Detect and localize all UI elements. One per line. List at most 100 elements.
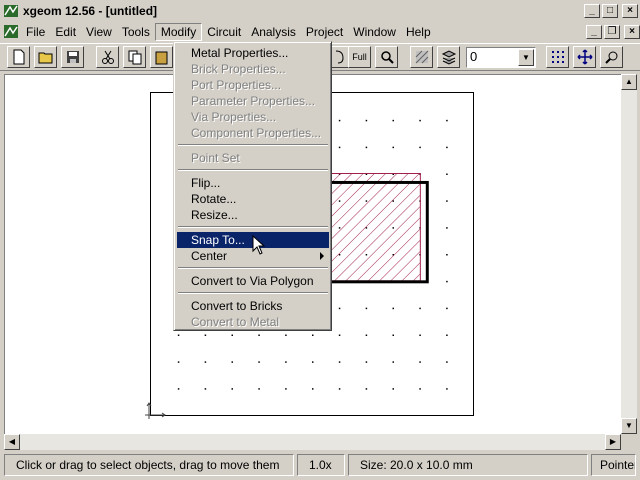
grid-dot	[312, 388, 314, 390]
scroll-left-button[interactable]: ◀	[4, 434, 20, 450]
metal-properties-item-label: Metal Properties...	[191, 46, 289, 60]
app-icon[interactable]	[3, 3, 19, 19]
grid-dot	[392, 388, 394, 390]
grid-dot	[338, 388, 341, 390]
grid-dot	[446, 254, 448, 256]
window-title: xgeom 12.56 - [untitled]	[23, 4, 158, 18]
rotate-item[interactable]: Rotate...	[177, 191, 329, 207]
document-icon[interactable]	[3, 24, 21, 40]
cut-button[interactable]	[96, 46, 119, 68]
grid-dot	[285, 334, 287, 336]
convert-to-metal-item-label: Convert to Metal	[191, 315, 280, 329]
grid-dot	[285, 361, 287, 363]
flip-item[interactable]: Flip...	[177, 175, 329, 191]
close-button[interactable]: ×	[622, 4, 638, 18]
grid-dot	[446, 280, 448, 283]
menu-project[interactable]: Project	[301, 24, 348, 40]
menu-modify[interactable]: Modify	[154, 23, 203, 41]
doc-minimize-button[interactable]: _	[586, 25, 602, 39]
doc-close-button[interactable]: ×	[624, 25, 640, 39]
status-message: Click or drag to select objects, drag to…	[4, 454, 294, 476]
menu-file[interactable]: File	[21, 24, 50, 40]
zoom-area-button[interactable]	[600, 46, 623, 68]
grid-dot	[258, 361, 260, 363]
center-item-label: Center	[191, 249, 228, 263]
grid-dot	[392, 146, 394, 149]
snap-grid-button[interactable]	[546, 46, 569, 68]
scroll-right-button[interactable]: ▶	[605, 434, 621, 450]
maximize-button[interactable]: □	[602, 4, 618, 18]
copy-icon	[128, 50, 141, 65]
paste-icon	[155, 51, 167, 65]
layer-select[interactable]: 0 ▼	[466, 47, 536, 68]
convert-to-metal-item: Convert to Metal	[177, 314, 329, 330]
grid-dot	[446, 388, 448, 390]
grid-dot	[392, 307, 394, 310]
menu-circuit[interactable]: Circuit	[202, 24, 246, 40]
component-properties-item-label: Component Properties...	[191, 126, 322, 140]
brick-properties-item: Brick Properties...	[177, 61, 329, 77]
zoom-level: 1.0x	[297, 454, 345, 476]
menu-view[interactable]: View	[81, 24, 117, 40]
open-button[interactable]	[34, 46, 57, 68]
menu-separator	[178, 267, 328, 269]
hatch-layer-icon	[415, 50, 428, 64]
grid-dot	[419, 388, 421, 390]
scissors-icon	[101, 50, 114, 64]
menu-window[interactable]: Window	[348, 24, 401, 40]
grid-dot	[338, 119, 341, 122]
parameter-properties-item: Parameter Properties...	[177, 93, 329, 109]
pan-button[interactable]	[573, 46, 596, 68]
menu-edit[interactable]: Edit	[50, 24, 81, 40]
convert-to-bricks-item[interactable]: Convert to Bricks	[177, 298, 329, 314]
zoom-full-button[interactable]: Full	[348, 46, 371, 68]
copy-button[interactable]	[123, 46, 146, 68]
submenu-arrow-icon	[320, 252, 324, 260]
menu-analysis[interactable]: Analysis	[246, 24, 301, 40]
menu-separator	[178, 292, 328, 294]
grid-dot	[446, 307, 448, 310]
layers-button[interactable]	[437, 46, 460, 68]
new-file-button[interactable]	[7, 46, 30, 68]
menu-separator	[178, 226, 328, 228]
grid-dot	[231, 334, 233, 336]
grid-dot	[338, 361, 341, 363]
grid-dot	[231, 388, 233, 390]
selection-size: Size: 20.0 x 10.0 mm	[348, 454, 588, 476]
layer-dropdown-arrow[interactable]: ▼	[518, 49, 534, 66]
convert-to-via-polygon-item[interactable]: Convert to Via Polygon	[177, 273, 329, 289]
port-properties-item-label: Port Properties...	[191, 78, 282, 92]
scroll-down-button[interactable]: ▼	[621, 418, 637, 434]
layer-select-value: 0	[470, 49, 478, 64]
doc-restore-button[interactable]: ❐	[604, 25, 620, 39]
snap-to-item-label: Snap To...	[191, 233, 245, 247]
via-properties-item-label: Via Properties...	[191, 110, 277, 124]
convert-to-bricks-item-label: Convert to Bricks	[191, 299, 283, 313]
grid-dot	[338, 146, 341, 149]
zoom-area-icon	[604, 51, 617, 64]
minimize-button[interactable]: _	[584, 4, 600, 18]
grid-dot	[204, 361, 207, 363]
measure-icon	[335, 50, 344, 64]
menu-help[interactable]: Help	[401, 24, 436, 40]
zoom-icon	[380, 51, 394, 64]
menu-tools[interactable]: Tools	[117, 24, 155, 40]
layer-grid-button[interactable]	[410, 46, 433, 68]
component-properties-item: Component Properties...	[177, 125, 329, 141]
new-file-icon	[13, 49, 24, 65]
port-properties-item: Port Properties...	[177, 77, 329, 93]
resize-item[interactable]: Resize...	[177, 207, 329, 223]
vertical-scrollbar[interactable]: ▲ ▼	[621, 74, 637, 434]
grid-dot	[285, 388, 287, 390]
save-button[interactable]	[61, 46, 84, 68]
zoom-button[interactable]	[375, 46, 398, 68]
grid-dot	[392, 334, 394, 336]
parameter-properties-item-label: Parameter Properties...	[191, 94, 316, 108]
grid-dot	[419, 119, 421, 122]
grid-dot	[365, 307, 368, 310]
scroll-up-button[interactable]: ▲	[621, 74, 637, 90]
horizontal-scrollbar[interactable]: ◀ ▶	[4, 434, 621, 450]
metal-properties-item[interactable]: Metal Properties...	[177, 45, 329, 61]
paste-button[interactable]	[150, 46, 173, 68]
open-folder-icon	[38, 52, 52, 64]
